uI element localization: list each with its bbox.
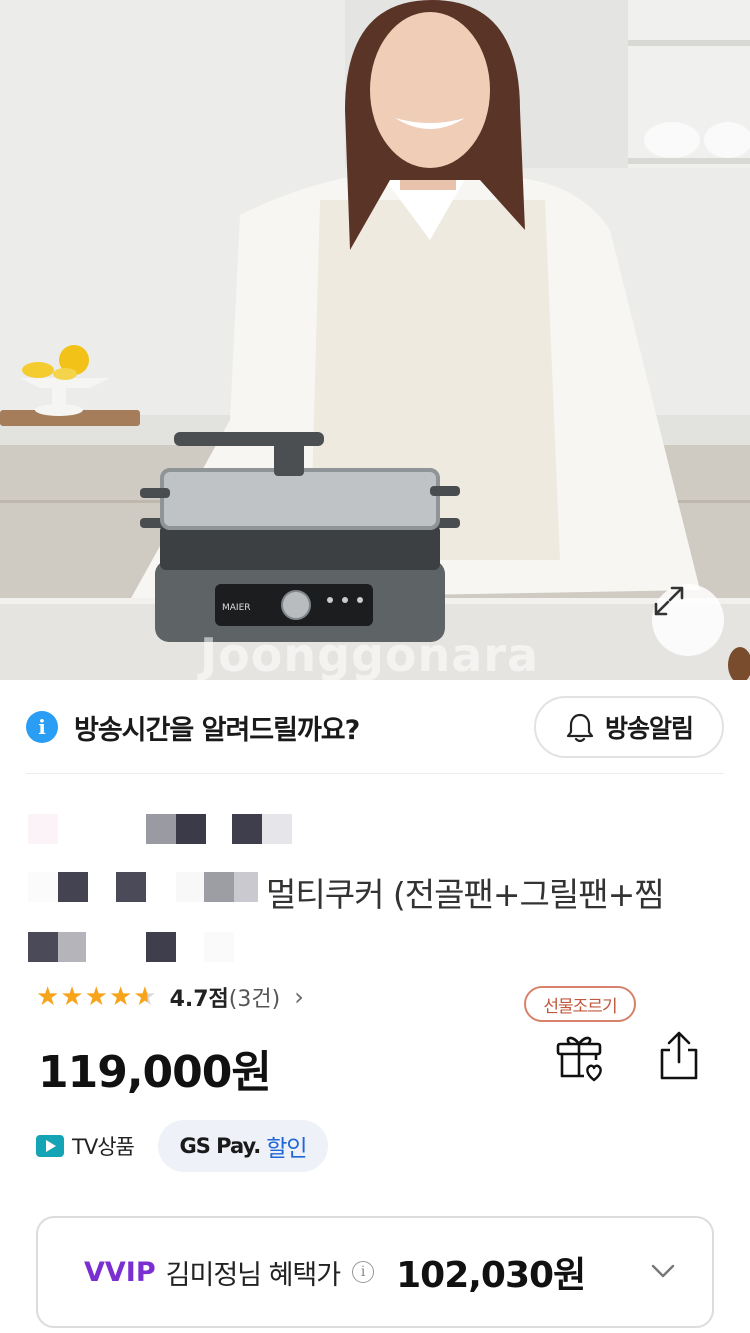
member-benefit-label: 김미정님 혜택가 xyxy=(165,1259,341,1291)
expand-arrows-icon xyxy=(654,586,684,616)
vvip-benefit-price-box[interactable]: VVIP 김미정님 혜택가 i 102,030원 xyxy=(36,1216,714,1328)
broadcast-alert-label: 방송알림 xyxy=(604,714,694,743)
svg-text:MAIER: MAIER xyxy=(222,603,251,613)
share-button[interactable] xyxy=(656,1030,702,1082)
bell-icon xyxy=(566,713,594,743)
review-count: (3건) xyxy=(228,987,281,1012)
gs-pay-brand: GS Pay. xyxy=(179,1134,261,1158)
gs-pay-discount-label: 할인 xyxy=(266,1136,307,1162)
half-star-icon: ★ xyxy=(133,982,157,1012)
gs-pay-discount-badge[interactable]: GS Pay. 할인 xyxy=(158,1120,328,1172)
hero-illustration: MAIER xyxy=(0,0,750,680)
gift-heart-icon xyxy=(556,1036,602,1082)
star-icon: ★ xyxy=(36,982,60,1012)
tv-product-tag: TV상품 xyxy=(36,1130,135,1162)
info-icon[interactable]: i xyxy=(352,1261,375,1283)
chevron-down-icon[interactable] xyxy=(650,1258,676,1284)
share-icon xyxy=(660,1031,698,1080)
benefit-price: 102,030원 xyxy=(396,1255,586,1296)
expand-image-button[interactable] xyxy=(652,584,724,656)
gift-request-button[interactable] xyxy=(554,1030,606,1082)
star-rating: ★ ★ ★ ★ ★ xyxy=(36,984,158,1010)
info-icon: i xyxy=(26,711,58,743)
broadcast-alert-button[interactable]: 방송알림 xyxy=(534,696,724,758)
product-price: 119,000원 xyxy=(38,1047,272,1098)
rating-score: 4.7점 xyxy=(169,987,229,1012)
watermark-text: Joonggonara xyxy=(200,628,540,680)
chevron-right-icon: › xyxy=(294,983,304,1011)
star-icon: ★ xyxy=(60,982,84,1012)
broadcast-question: 방송시간을 알려드릴까요? xyxy=(74,714,360,746)
broadcast-alert-row: i 방송시간을 알려드릴까요? 방송알림 xyxy=(26,696,724,758)
tv-product-label: TV상품 xyxy=(72,1135,135,1159)
gift-request-label[interactable]: 선물조르기 xyxy=(524,986,636,1022)
rating-row[interactable]: ★ ★ ★ ★ ★ 4.7점 (3건) › xyxy=(36,980,304,1014)
product-title: 멀티쿠커 (전골팬+그릴팬+찜 xyxy=(266,875,665,914)
section-divider xyxy=(26,773,724,774)
star-icon: ★ xyxy=(84,982,108,1012)
star-icon: ★ xyxy=(108,982,133,1012)
tv-play-icon xyxy=(36,1135,64,1157)
product-hero-image[interactable]: MAIER Joonggonara xyxy=(0,0,750,680)
membership-tier: VVIP xyxy=(84,1256,156,1288)
